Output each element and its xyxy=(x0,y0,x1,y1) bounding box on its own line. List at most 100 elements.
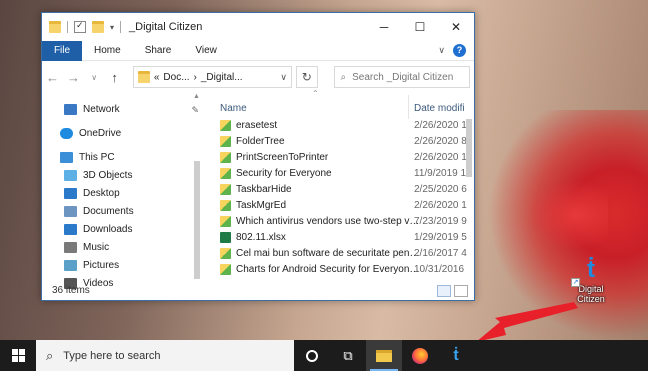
back-arrow-icon[interactable]: ← xyxy=(46,70,59,85)
sidebar-item-label: Documents xyxy=(83,205,134,217)
new-folder-icon[interactable] xyxy=(92,21,104,33)
file-name: 802.11.xlsx xyxy=(236,231,286,243)
file-row[interactable]: PrintScreenToPrinter 2/26/2020 1 xyxy=(220,149,472,165)
file-name: PrintScreenToPrinter xyxy=(236,151,329,163)
maximize-button[interactable]: ☐ xyxy=(402,13,438,41)
tab-share[interactable]: Share xyxy=(133,41,184,61)
minimize-button[interactable]: ─ xyxy=(366,13,402,41)
close-button[interactable]: ✕ xyxy=(438,13,474,41)
column-divider[interactable] xyxy=(408,95,409,119)
file-name: Charts for Android Security for Everyone… xyxy=(236,263,420,275)
scroll-thumb[interactable] xyxy=(466,119,472,177)
taskbar-search-box[interactable]: ⌕ Type here to search xyxy=(36,340,294,371)
item-count: 36 items xyxy=(52,285,90,296)
address-dropdown-icon[interactable]: ∨ xyxy=(280,72,287,83)
sidebar-item-downloads[interactable]: Downloads xyxy=(64,221,132,237)
sidebar-item-music[interactable]: Music xyxy=(64,239,109,255)
search-icon: ⌕ xyxy=(340,71,347,83)
scroll-up-icon[interactable]: ▲ xyxy=(193,93,200,100)
details-view-button[interactable] xyxy=(437,285,451,297)
taskbar: ⌕ Type here to search ⧉ ṫ xyxy=(0,340,648,371)
sidebar-item-3d-objects[interactable]: 3D Objects xyxy=(64,167,132,183)
taskbar-file-explorer[interactable] xyxy=(366,340,402,371)
shortcut-file-icon xyxy=(220,263,231,275)
file-list-scrollbar[interactable] xyxy=(464,115,474,283)
recent-locations-icon[interactable]: ∨ xyxy=(88,73,100,82)
content-area: Network ✎ OneDrive This PC 3D Objects De… xyxy=(42,89,474,289)
navigation-bar: ← → ∨ ↑ « Doc... › _Digital... ∨ ↻ ⌕ Sea… xyxy=(42,61,474,93)
onedrive-icon xyxy=(60,127,73,139)
nav-pane-scrollbar[interactable]: ▲ xyxy=(192,93,202,283)
file-row[interactable]: erasetest 2/26/2020 1 xyxy=(220,117,472,133)
file-row[interactable]: Security for Everyone 11/9/2019 1 xyxy=(220,165,472,181)
file-row[interactable]: Which antivirus vendors use two-step ver… xyxy=(220,213,472,229)
tab-view[interactable]: View xyxy=(183,41,229,61)
refresh-button[interactable]: ↻ xyxy=(295,66,318,88)
forward-arrow-icon[interactable]: → xyxy=(67,70,80,85)
properties-icon[interactable] xyxy=(74,20,86,33)
file-name: Cel mai bun software de securitate pentr… xyxy=(236,247,420,259)
task-view-icon: ⧉ xyxy=(343,347,353,363)
sidebar-item-this-pc[interactable]: This PC xyxy=(60,149,115,165)
tab-home[interactable]: Home xyxy=(82,41,133,61)
file-row[interactable]: TaskMgrEd 2/26/2020 1 xyxy=(220,197,472,213)
shortcut-file-icon xyxy=(220,199,231,211)
folder-icon xyxy=(137,71,150,83)
file-date: 2/26/2020 1 xyxy=(414,199,467,211)
file-row[interactable]: FolderTree 2/26/2020 8 xyxy=(220,133,472,149)
cube-icon xyxy=(64,169,77,181)
customize-toolbar-dropdown-icon[interactable]: ▾ xyxy=(110,23,114,32)
file-row[interactable]: Charts for Android Security for Everyone… xyxy=(220,261,472,277)
taskbar-digital-citizen[interactable]: ṫ xyxy=(438,340,474,371)
sidebar-item-label: This PC xyxy=(79,151,115,163)
address-bar[interactable]: « Doc... › _Digital... ∨ xyxy=(132,66,292,88)
title-bar[interactable]: ▾ _Digital Citizen ─ ☐ ✕ xyxy=(42,13,474,41)
sidebar-item-label: Music xyxy=(83,241,110,253)
desktop-icon xyxy=(64,187,77,199)
cortana-button[interactable] xyxy=(294,340,330,371)
help-icon[interactable]: ? xyxy=(453,44,466,57)
taskbar-firefox[interactable] xyxy=(402,340,438,371)
column-header-name[interactable]: Name xyxy=(220,103,247,114)
breadcrumb-digital[interactable]: _Digital... xyxy=(201,72,243,83)
scroll-thumb[interactable] xyxy=(194,161,200,279)
sidebar-item-pictures[interactable]: Pictures xyxy=(64,257,119,273)
file-date: 2/26/2020 1 xyxy=(414,119,467,131)
address-overflow[interactable]: « xyxy=(154,72,160,83)
breadcrumb-separator-icon[interactable]: › xyxy=(194,72,197,83)
file-explorer-window: ▾ _Digital Citizen ─ ☐ ✕ File Home Share… xyxy=(41,12,475,301)
column-header-date[interactable]: Date modifi xyxy=(414,103,465,114)
shortcut-file-icon xyxy=(220,151,231,163)
sidebar-item-onedrive[interactable]: OneDrive xyxy=(60,125,121,141)
sidebar-item-network[interactable]: Network xyxy=(64,101,120,117)
shortcut-file-icon xyxy=(220,183,231,195)
large-icons-view-button[interactable] xyxy=(454,285,468,297)
status-bar: 36 items xyxy=(42,281,474,300)
file-row[interactable]: 802.11.xlsx 1/29/2019 5 xyxy=(220,229,472,245)
up-arrow-icon[interactable]: ↑ xyxy=(108,70,120,85)
file-row[interactable]: TaskbarHide 2/25/2020 6 xyxy=(220,181,472,197)
shortcut-file-icon xyxy=(220,167,231,179)
sidebar-item-documents[interactable]: Documents xyxy=(64,203,134,219)
sidebar-item-label: Desktop xyxy=(83,187,120,199)
search-placeholder: Search _Digital Citizen xyxy=(352,71,454,83)
expand-ribbon-icon[interactable]: ∨ xyxy=(438,45,445,56)
shortcut-file-icon xyxy=(220,215,231,227)
file-name: FolderTree xyxy=(236,135,285,147)
breadcrumb-documents[interactable]: Doc... xyxy=(163,72,189,83)
file-list: ⌃ Name Date modifi erasetest 2/26/2020 1 F… xyxy=(208,89,474,283)
toolbar-separator xyxy=(120,21,122,33)
sort-ascending-icon: ⌃ xyxy=(312,89,319,98)
sidebar-item-desktop[interactable]: Desktop xyxy=(64,185,120,201)
file-row[interactable]: Cel mai bun software de securitate pentr… xyxy=(220,245,472,261)
file-name: TaskbarHide xyxy=(236,183,292,195)
file-date: 7/23/2019 9 xyxy=(414,215,467,227)
start-button[interactable] xyxy=(0,340,36,371)
search-box[interactable]: ⌕ Search _Digital Citizen xyxy=(333,66,470,88)
music-icon xyxy=(64,241,77,253)
documents-icon xyxy=(64,205,77,217)
windows-logo-icon xyxy=(11,349,25,362)
tab-file[interactable]: File xyxy=(42,40,82,61)
excel-file-icon xyxy=(220,231,231,243)
task-view-button[interactable]: ⧉ xyxy=(330,340,366,371)
